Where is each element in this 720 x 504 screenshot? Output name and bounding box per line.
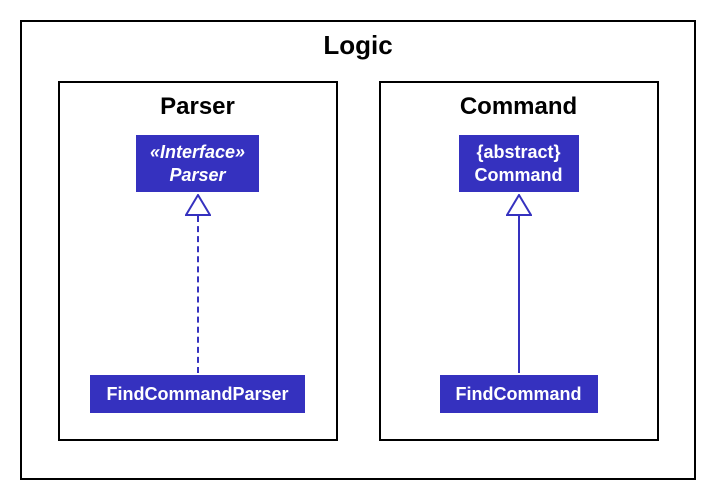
hollow-triangle-icon: [506, 194, 532, 216]
logic-package: Logic Parser «Interface» Parser FindComm…: [20, 20, 696, 480]
dashed-line: [197, 216, 199, 373]
find-command-parser-box: FindCommandParser: [90, 375, 304, 414]
logic-package-title: Logic: [22, 30, 694, 61]
package-columns: Parser «Interface» Parser FindCommandPar…: [22, 61, 694, 441]
find-command-box: FindCommand: [440, 375, 598, 414]
command-package-title: Command: [460, 93, 577, 121]
command-abstract-stereotype: {abstract}: [473, 141, 565, 164]
parser-package: Parser «Interface» Parser FindCommandPar…: [58, 81, 338, 441]
find-command-parser-name: FindCommandParser: [106, 384, 288, 404]
parser-interface-name: Parser: [150, 164, 245, 187]
solid-line: [518, 216, 520, 373]
parser-package-title: Parser: [160, 93, 235, 121]
parser-realization-connector: [197, 194, 199, 373]
parser-interface-stereotype: «Interface»: [150, 141, 245, 164]
find-command-name: FindCommand: [456, 384, 582, 404]
command-generalization-connector: [518, 194, 520, 373]
parser-interface-box: «Interface» Parser: [136, 135, 259, 192]
command-abstract-name: Command: [473, 164, 565, 187]
command-package: Command {abstract} Command FindCommand: [379, 81, 659, 441]
hollow-triangle-icon: [185, 194, 211, 216]
command-abstract-box: {abstract} Command: [459, 135, 579, 192]
